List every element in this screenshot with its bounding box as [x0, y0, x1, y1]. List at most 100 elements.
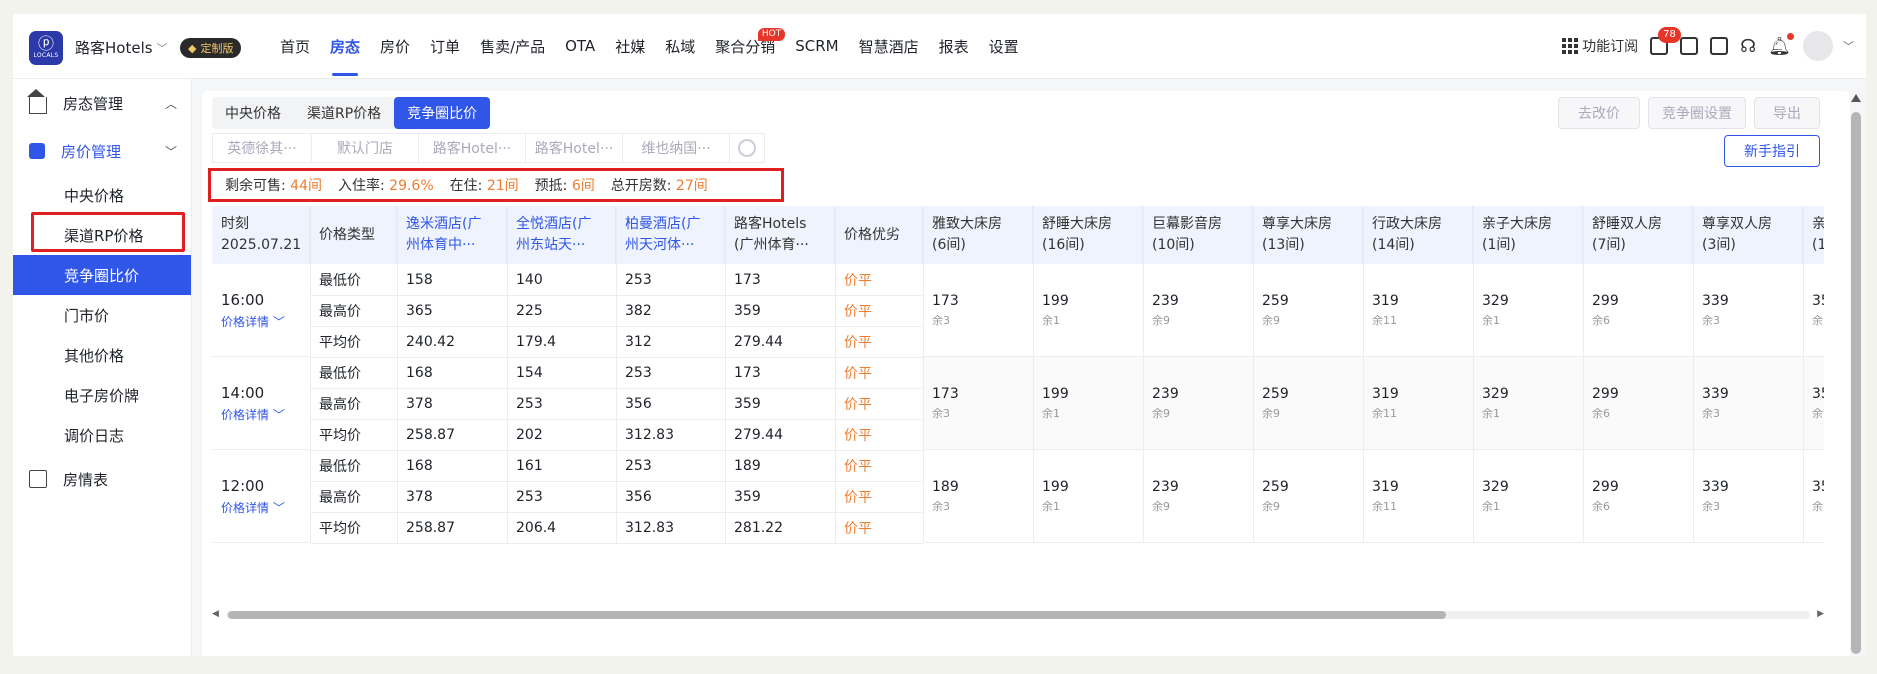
- sidebar-item-3[interactable]: 门市价: [13, 295, 191, 335]
- nav-item-1[interactable]: 房态: [320, 14, 370, 78]
- chevron-down-icon: ﹀: [269, 407, 285, 422]
- sidebar-item-2[interactable]: 竞争圈比价: [13, 255, 191, 295]
- hotel-selector[interactable]: 路客Hotels ﹀: [75, 37, 168, 58]
- room-price-cell: 299 余6: [1583, 264, 1693, 357]
- message-count-badge: 78: [1658, 27, 1681, 43]
- header-price-advantage: 价格优劣: [835, 206, 923, 264]
- vertical-scroll-thumb[interactable]: [1851, 112, 1861, 654]
- hotel-price-cell: 356: [625, 488, 652, 505]
- nav-item-8[interactable]: 聚合分销 HOT: [705, 14, 786, 78]
- user-menu[interactable]: ﹀: [1803, 31, 1854, 61]
- circle-settings-button[interactable]: 竞争圈设置: [1648, 97, 1746, 129]
- hotel-filter-3[interactable]: 路客Hotel···: [525, 133, 623, 163]
- message-button[interactable]: 78: [1650, 27, 1681, 55]
- price-tabs: 中央价格 渠道RP价格 竞争圈比价: [212, 97, 491, 129]
- edit-button[interactable]: [1710, 37, 1729, 55]
- sidebar-item-4[interactable]: 其他价格: [13, 335, 191, 375]
- header-room-7-line: (3间): [1702, 237, 1736, 253]
- room-remaining: 余9: [1262, 313, 1280, 327]
- nav-item-3[interactable]: 订单: [420, 14, 470, 78]
- tab-0[interactable]: 中央价格: [212, 97, 294, 129]
- nav-item-11[interactable]: 报表: [929, 14, 979, 78]
- feature-subscribe-button[interactable]: 功能订阅: [1562, 36, 1638, 56]
- room-price-cell: 173 余3: [923, 264, 1033, 357]
- sidebar-group-0[interactable]: 房态管理 ︿: [13, 79, 191, 127]
- room-price-cell: 259 余9: [1253, 450, 1363, 543]
- sidebar-item-6[interactable]: 调价日志: [13, 415, 191, 455]
- header-hotel-3-line: (广州体育···: [734, 237, 809, 253]
- tab-1[interactable]: 渠道RP价格: [294, 97, 394, 129]
- scroll-up-icon[interactable]: [1851, 94, 1861, 102]
- price-comparison-table: 时刻 2025.07.21 价格类型 逸米酒店(广 州体育中··· 全悦酒店(广 州东站天·…: [212, 206, 1824, 602]
- room-price: 259: [1262, 385, 1289, 402]
- support-button[interactable]: ☊: [1740, 36, 1756, 57]
- sidebar-item-0[interactable]: 中央价格: [13, 175, 191, 215]
- hotel-price-cell: 312.83: [625, 519, 674, 536]
- chevron-up-icon[interactable]: ︿: [165, 95, 177, 112]
- room-remaining: 余3: [932, 406, 950, 420]
- sidebar-group-1[interactable]: 房价管理 ﹀: [13, 127, 191, 175]
- header-hotel-1: 全悦酒店(广 州东站天···: [507, 206, 616, 264]
- nav-item-0[interactable]: 首页: [270, 14, 320, 78]
- scroll-left-icon[interactable]: ◀: [212, 609, 219, 619]
- vertical-scrollbar[interactable]: [1850, 94, 1862, 654]
- scroll-right-icon[interactable]: ▶: [1817, 609, 1824, 619]
- price-type-cell: 最高价: [319, 396, 361, 413]
- hotel-price-cell: 359: [734, 488, 761, 505]
- time-label: 16:00: [221, 290, 265, 309]
- nav-item-4[interactable]: 售卖/产品: [470, 14, 555, 78]
- content-panel: 中央价格 渠道RP价格 竞争圈比价 去改价 竞争圈设置 导出 新手指引 英德徐其··…: [202, 91, 1850, 656]
- hotel-filter-2[interactable]: 路客Hotel···: [418, 133, 526, 163]
- nav-item-label: 售卖/产品: [480, 37, 546, 56]
- notification-button[interactable]: 🔔︎: [1768, 32, 1794, 57]
- price-detail-link[interactable]: 价格详情 ﹀: [221, 499, 309, 516]
- price-detail-link[interactable]: 价格详情 ﹀: [221, 406, 309, 423]
- download-button[interactable]: [1680, 37, 1699, 55]
- room-remaining: 余3: [932, 313, 950, 327]
- hotel-price-cell: 253: [625, 364, 652, 381]
- nav-item-2[interactable]: 房价: [370, 14, 420, 78]
- sidebar-group-label: 房态管理: [63, 94, 124, 113]
- header-room-7: 尊享双人房 (3间): [1693, 206, 1803, 264]
- hotel-filter-1[interactable]: 默认门店: [311, 133, 419, 163]
- room-price-cell: 329 余1: [1473, 357, 1583, 450]
- price-type-cell: 最低价: [319, 458, 361, 475]
- hotel-price-cell: 140: [516, 271, 543, 288]
- header-room-4-line: (14间): [1372, 237, 1415, 253]
- header-room-0-line: (6间): [932, 237, 966, 253]
- price-detail-link[interactable]: 价格详情 ﹀: [221, 313, 309, 330]
- sidebar-group-2[interactable]: 房情表: [13, 455, 191, 503]
- column-divider: [1253, 206, 1254, 543]
- change-price-button[interactable]: 去改价: [1558, 97, 1640, 129]
- nav-item-12[interactable]: 设置: [979, 14, 1029, 78]
- room-remaining: 余1: [1042, 499, 1060, 513]
- nav-item-5[interactable]: OTA: [555, 14, 605, 78]
- header-room-8: 亲子 (1间): [1803, 206, 1824, 264]
- nav-item-9[interactable]: SCRM: [785, 14, 848, 78]
- filter-settings-button[interactable]: [729, 133, 765, 163]
- hotel-filter-4[interactable]: 维也纳国···: [622, 133, 730, 163]
- sidebar-group-label: 房价管理: [61, 142, 122, 161]
- export-button[interactable]: 导出: [1754, 97, 1820, 129]
- header-hotel-0: 逸米酒店(广 州体育中···: [397, 206, 507, 264]
- sidebar-item-5[interactable]: 电子房价牌: [13, 375, 191, 415]
- chevron-down-icon[interactable]: ﹀: [165, 143, 177, 160]
- nav-item-10[interactable]: 智慧酒店: [849, 14, 929, 78]
- room-remaining: 余11: [1372, 499, 1397, 513]
- hotel-price-cell: 312.83: [625, 426, 674, 443]
- tab-2[interactable]: 竞争圈比价: [394, 97, 491, 129]
- nav-item-7[interactable]: 私域: [655, 14, 705, 78]
- column-divider: [1143, 206, 1144, 543]
- beginner-guide-button[interactable]: 新手指引: [1724, 135, 1820, 167]
- main-content: 中央价格 渠道RP价格 竞争圈比价 去改价 竞争圈设置 导出 新手指引 英德徐其··…: [192, 79, 1866, 656]
- locals-logo[interactable]: ⓟ LOCALS: [29, 31, 63, 65]
- nav-item-6[interactable]: 社媒: [605, 14, 655, 78]
- header-hotel-3-line: 路客Hotels: [734, 216, 807, 232]
- stat-reserved: 预抵: 6间: [534, 178, 595, 194]
- horizontal-scrollbar[interactable]: ◀ ▶: [212, 609, 1824, 619]
- hotel-filter-0[interactable]: 英德徐其···: [212, 133, 312, 163]
- scroll-thumb[interactable]: [228, 611, 1446, 619]
- nav-item-label: 社媒: [615, 37, 646, 56]
- room-price: 199: [1042, 478, 1069, 495]
- room-price: 199: [1042, 292, 1069, 309]
